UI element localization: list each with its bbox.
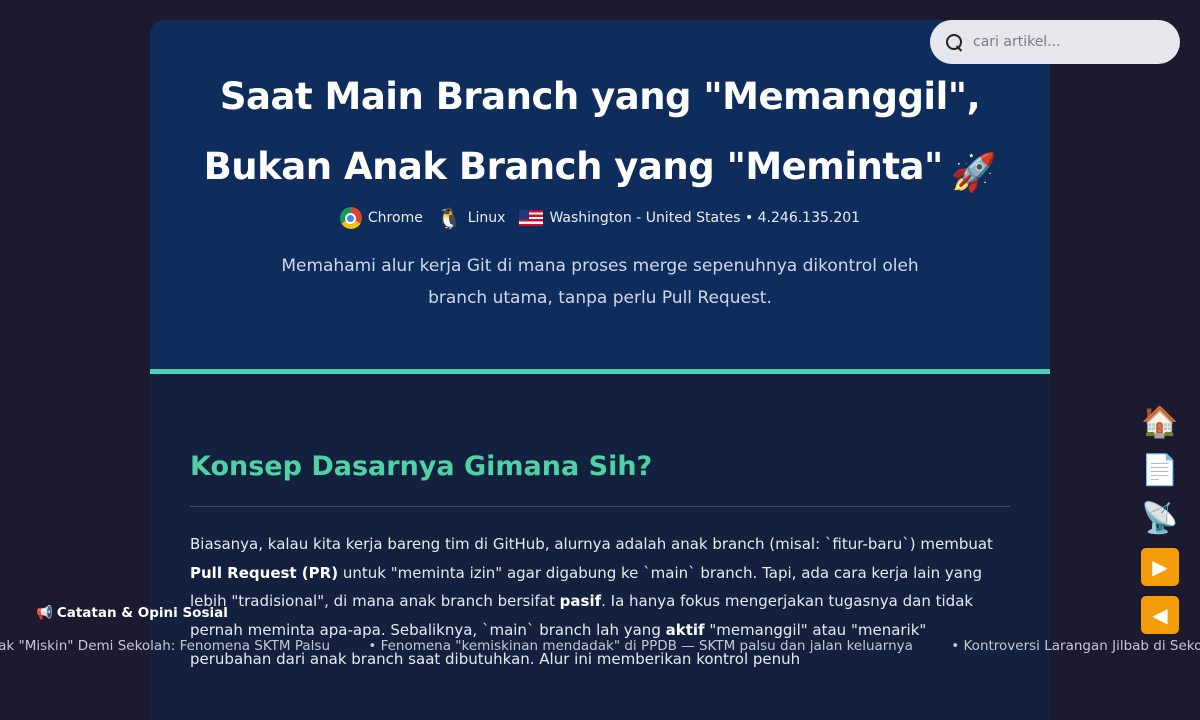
ticker-label: 📢 Catatan & Opini Sosial — [36, 605, 228, 621]
article-hero: Saat Main Branch yang "Memanggil", Bukan… — [150, 20, 1050, 369]
search-input[interactable] — [971, 33, 1161, 51]
ticker-item[interactable]: • Fenomena "kemiskinan mendadak" di PPDB… — [368, 638, 913, 654]
side-nav: 🏠 📄 📡 ▶ ◀ — [1141, 404, 1179, 644]
document-icon[interactable]: 📄 — [1141, 452, 1179, 490]
chrome-icon — [339, 207, 362, 229]
news-ticker: Tidak "Miskin" Demi Sekolah: Fenomena SK… — [0, 638, 1200, 658]
paragraph-bold-pasif: pasif — [559, 592, 602, 611]
megaphone-icon: 📢 — [36, 605, 53, 621]
section-heading: Konsep Dasarnya Gimana Sih? — [190, 451, 653, 482]
article-card: Saat Main Branch yang "Memanggil", Bukan… — [150, 20, 1050, 720]
paragraph-bold-pull-request: Pull Request (PR) — [190, 563, 339, 582]
search-icon[interactable] — [946, 33, 963, 51]
meta-location: Washington - United States • 4.246.135.2… — [519, 210, 860, 226]
hero-accent-line — [150, 369, 1050, 374]
meta-browser-label: Chrome — [367, 210, 423, 226]
rocket-icon: 🚀 — [950, 151, 997, 194]
rss-satellite-icon[interactable]: 📡 — [1141, 500, 1179, 538]
us-flag-icon — [519, 210, 544, 226]
ticker-label-text: Catatan & Opini Sosial — [56, 605, 228, 621]
meta-browser: Chrome — [339, 207, 423, 229]
linux-penguin-icon: 🐧 — [436, 206, 462, 230]
paragraph-bold-aktif: aktif — [665, 621, 705, 640]
prev-arrow-icon[interactable]: ◀ — [1141, 596, 1179, 634]
visitor-meta: Chrome 🐧 Linux Washington - United State… — [150, 207, 1050, 229]
article-subtitle: Memahami alur kerja Git di mana proses m… — [281, 256, 919, 308]
ticker-track: Tidak "Miskin" Demi Sekolah: Fenomena SK… — [0, 638, 1200, 654]
meta-os: 🐧 Linux — [437, 208, 506, 228]
ticker-item[interactable]: • Kontroversi Larangan Jilbab di Sekolah — [951, 638, 1200, 654]
paragraph-text-1: Biasanya, kalau kita kerja bareng tim di… — [190, 535, 993, 553]
home-icon[interactable]: 🏠 — [1141, 404, 1179, 442]
article-title: Saat Main Branch yang "Memanggil", Bukan… — [170, 62, 1030, 208]
search-bar[interactable] — [930, 20, 1180, 64]
article-title-line-2: Bukan Anak Branch yang "Meminta" 🚀 — [170, 132, 1030, 208]
article-title-line-1: Saat Main Branch yang "Memanggil", — [219, 75, 981, 118]
section-divider — [190, 506, 1010, 507]
article-title-line-2-text: Bukan Anak Branch yang "Meminta" — [203, 145, 944, 188]
meta-os-label: Linux — [467, 210, 506, 226]
ticker-item[interactable]: Tidak "Miskin" Demi Sekolah: Fenomena SK… — [0, 638, 330, 654]
meta-location-label: Washington - United States • 4.246.135.2… — [549, 210, 861, 226]
next-arrow-icon[interactable]: ▶ — [1141, 548, 1179, 586]
